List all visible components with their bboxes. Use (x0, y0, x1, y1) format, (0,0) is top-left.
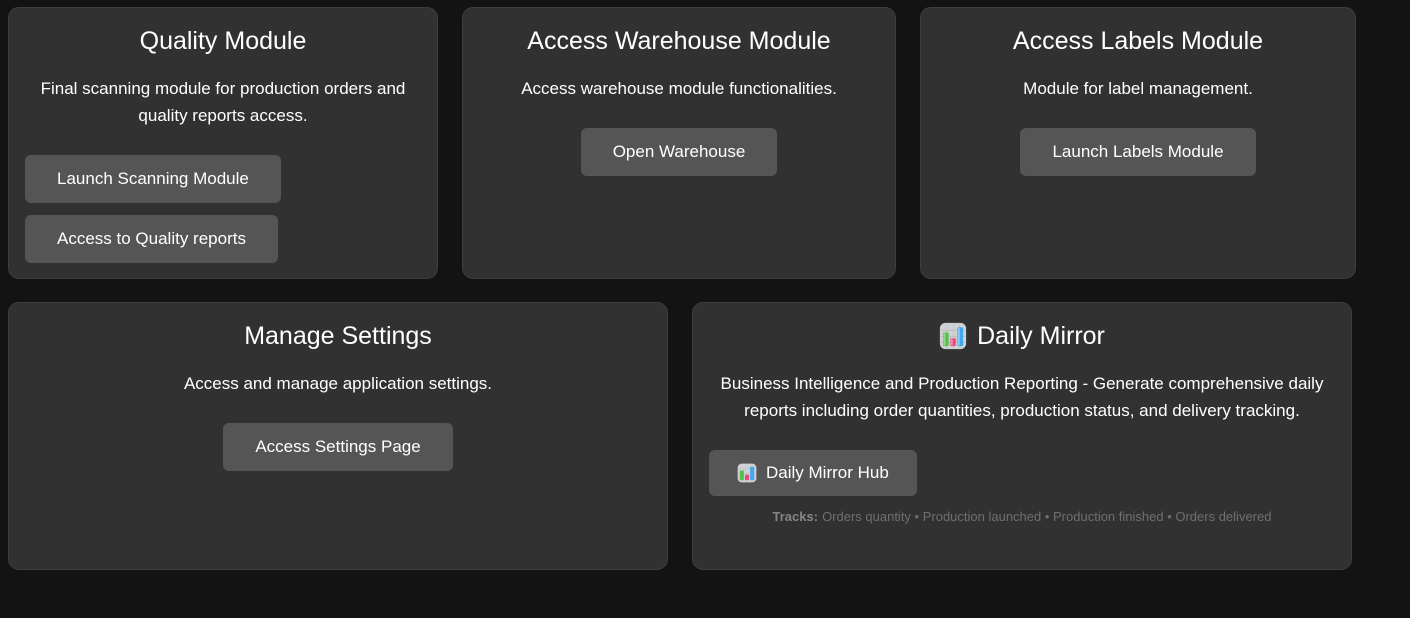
warehouse-module-description: Access warehouse module functionalities. (479, 75, 879, 102)
daily-mirror-title-row: Daily Mirror (709, 321, 1335, 351)
open-warehouse-button[interactable]: Open Warehouse (581, 128, 778, 176)
bar-chart-icon (737, 463, 757, 483)
modules-dashboard: Quality Module Final scanning module for… (0, 0, 1410, 577)
manage-settings-title: Manage Settings (25, 321, 651, 351)
access-settings-page-button[interactable]: Access Settings Page (223, 423, 452, 471)
card-warehouse-module: Access Warehouse Module Access warehouse… (462, 7, 896, 279)
tracks-label: Tracks: (773, 509, 819, 524)
card-daily-mirror: Daily Mirror Business Intelligence and P… (692, 302, 1352, 570)
warehouse-module-title: Access Warehouse Module (479, 26, 879, 56)
card-labels-module: Access Labels Module Module for label ma… (920, 7, 1356, 279)
quality-module-buttons: Launch Scanning Module Access to Quality… (25, 155, 421, 263)
labels-module-title: Access Labels Module (937, 26, 1339, 56)
daily-mirror-hub-button[interactable]: Daily Mirror Hub (709, 450, 917, 496)
card-manage-settings: Manage Settings Access and manage applic… (8, 302, 668, 570)
quality-module-description: Final scanning module for production ord… (25, 75, 421, 129)
launch-scanning-module-button[interactable]: Launch Scanning Module (25, 155, 281, 203)
card-quality-module: Quality Module Final scanning module for… (8, 7, 438, 279)
daily-mirror-hub-label: Daily Mirror Hub (766, 463, 889, 483)
bottom-row: Manage Settings Access and manage applic… (8, 302, 1402, 570)
daily-mirror-description: Business Intelligence and Production Rep… (709, 370, 1335, 424)
tracks-items: Orders quantity • Production launched • … (822, 509, 1271, 524)
daily-mirror-title: Daily Mirror (977, 321, 1105, 351)
launch-labels-module-button[interactable]: Launch Labels Module (1020, 128, 1255, 176)
tracks-line: Tracks:Orders quantity • Production laun… (709, 509, 1335, 524)
labels-module-description: Module for label management. (937, 75, 1339, 102)
manage-settings-description: Access and manage application settings. (25, 370, 651, 397)
bar-chart-icon (939, 322, 967, 350)
access-quality-reports-button[interactable]: Access to Quality reports (25, 215, 278, 263)
quality-module-title: Quality Module (25, 26, 421, 56)
top-row: Quality Module Final scanning module for… (8, 7, 1402, 279)
